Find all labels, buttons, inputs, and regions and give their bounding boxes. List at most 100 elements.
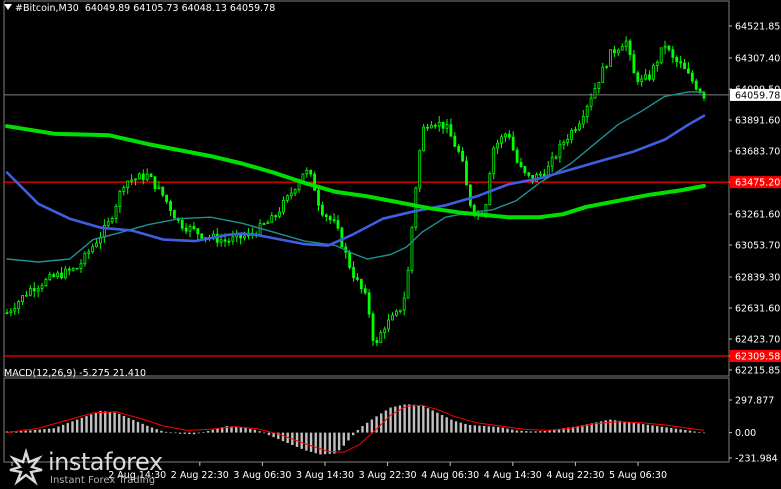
candle-body bbox=[550, 156, 554, 167]
candle-body bbox=[324, 214, 328, 217]
candle-body bbox=[651, 65, 655, 80]
candle-body bbox=[371, 313, 375, 341]
candle-body bbox=[274, 215, 278, 218]
candle-body bbox=[145, 173, 149, 181]
macd-histogram-bar bbox=[445, 417, 448, 433]
candle-body bbox=[406, 269, 410, 299]
macd-histogram-bar bbox=[258, 431, 261, 433]
candle-body bbox=[56, 272, 60, 278]
symbol-label: #Bitcoin,M30 bbox=[15, 3, 79, 14]
macd-histogram-bar bbox=[679, 429, 682, 433]
macd-histogram-bar bbox=[478, 425, 481, 433]
candle-body bbox=[539, 173, 542, 176]
candle-body bbox=[141, 173, 145, 181]
brand-watermark: instaforex Instant Forex Trading bbox=[4, 446, 180, 488]
candle-body bbox=[570, 129, 574, 140]
macd-histogram-bar bbox=[670, 428, 673, 433]
candle-body bbox=[659, 47, 663, 63]
candle-body bbox=[340, 227, 344, 248]
candle-body bbox=[558, 143, 562, 158]
candle-body bbox=[492, 147, 496, 175]
candle-body bbox=[359, 279, 363, 290]
macd-histogram-bar bbox=[328, 432, 331, 454]
candle-body bbox=[507, 133, 511, 138]
macd-histogram-bar bbox=[52, 428, 55, 433]
dropdown-triangle-icon[interactable] bbox=[4, 4, 12, 10]
macd-histogram-bar bbox=[394, 406, 397, 433]
candle-body bbox=[671, 49, 675, 58]
candle-body bbox=[32, 288, 36, 292]
macd-histogram-bar bbox=[43, 429, 46, 433]
macd-histogram-bar bbox=[155, 429, 158, 433]
candle-body bbox=[289, 192, 293, 197]
macd-histogram-bar bbox=[347, 432, 350, 441]
macd-histogram-bar bbox=[496, 426, 500, 433]
candle-body bbox=[437, 121, 441, 127]
candle-body bbox=[422, 126, 426, 152]
time-tick-label: 4 Aug 14:30 bbox=[484, 470, 542, 481]
macd-histogram-bar bbox=[24, 430, 27, 433]
macd-histogram-bar bbox=[417, 405, 420, 433]
macd-histogram-bar bbox=[337, 432, 341, 451]
macd-histogram-bar bbox=[450, 419, 453, 433]
candle-body bbox=[328, 216, 332, 221]
candle-body bbox=[36, 287, 40, 292]
candle-body bbox=[449, 124, 453, 137]
candle-body bbox=[465, 160, 468, 186]
candle-body bbox=[52, 274, 56, 278]
macd-histogram-bar bbox=[543, 431, 547, 433]
candle-body bbox=[48, 274, 52, 280]
macd-histogram-bar bbox=[295, 432, 299, 447]
candle-body bbox=[317, 189, 320, 206]
candle-body bbox=[363, 288, 367, 294]
macd-histogram-bar bbox=[281, 432, 285, 442]
candle-body bbox=[106, 221, 110, 226]
candle-body bbox=[687, 68, 690, 74]
macd-histogram-bar bbox=[693, 431, 696, 433]
candle-body bbox=[79, 263, 83, 269]
candle-body bbox=[394, 310, 398, 316]
level-price-label: 63475.20 bbox=[735, 178, 780, 189]
candle-body bbox=[441, 121, 445, 129]
time-tick-label: 3 Aug 06:30 bbox=[233, 470, 291, 481]
candle-body bbox=[628, 40, 632, 56]
macd-histogram-bar bbox=[641, 424, 645, 433]
price-tick-label: 63261.60 bbox=[735, 209, 780, 220]
price-tick-label: 62631.60 bbox=[735, 303, 780, 314]
candle-body bbox=[702, 92, 706, 99]
candle-body bbox=[624, 40, 628, 48]
candle-body bbox=[293, 189, 297, 194]
candle-body bbox=[17, 301, 21, 309]
macd-histogram-bar bbox=[356, 429, 360, 433]
macd-tick-label: 0.00 bbox=[735, 428, 756, 439]
candle-body bbox=[640, 78, 644, 82]
macd-histogram-bar bbox=[632, 422, 636, 433]
candle-body bbox=[577, 123, 581, 131]
macd-histogram-bar bbox=[539, 431, 542, 433]
candle-body bbox=[523, 166, 527, 174]
candle-body bbox=[683, 62, 686, 70]
candle-body bbox=[149, 173, 153, 178]
macd-histogram-bar bbox=[464, 423, 467, 433]
price-tick-label: 63891.60 bbox=[735, 116, 780, 127]
candle-body bbox=[262, 223, 266, 225]
macd-histogram-bar bbox=[141, 423, 144, 433]
macd-histogram-bar bbox=[235, 426, 238, 433]
macd-histogram-bar bbox=[515, 430, 519, 433]
macd-histogram-bar bbox=[132, 419, 135, 433]
macd-histogram-bar bbox=[183, 432, 186, 434]
candle-body bbox=[161, 186, 165, 196]
main-panel-border bbox=[3, 0, 730, 377]
macd-histogram-bar bbox=[412, 404, 416, 433]
candle-body bbox=[585, 105, 589, 117]
price-tick-label: 62839.30 bbox=[735, 272, 780, 283]
macd-histogram-bar bbox=[127, 417, 130, 433]
candle-body bbox=[383, 328, 387, 334]
macd-histogram-bar bbox=[211, 429, 215, 433]
candle-body bbox=[445, 124, 449, 129]
candle-body bbox=[305, 169, 309, 175]
candle-body bbox=[332, 219, 336, 222]
macd-histogram-bar bbox=[426, 408, 430, 433]
macd-histogram-bar bbox=[688, 430, 692, 433]
macd-histogram-bar bbox=[244, 427, 247, 433]
